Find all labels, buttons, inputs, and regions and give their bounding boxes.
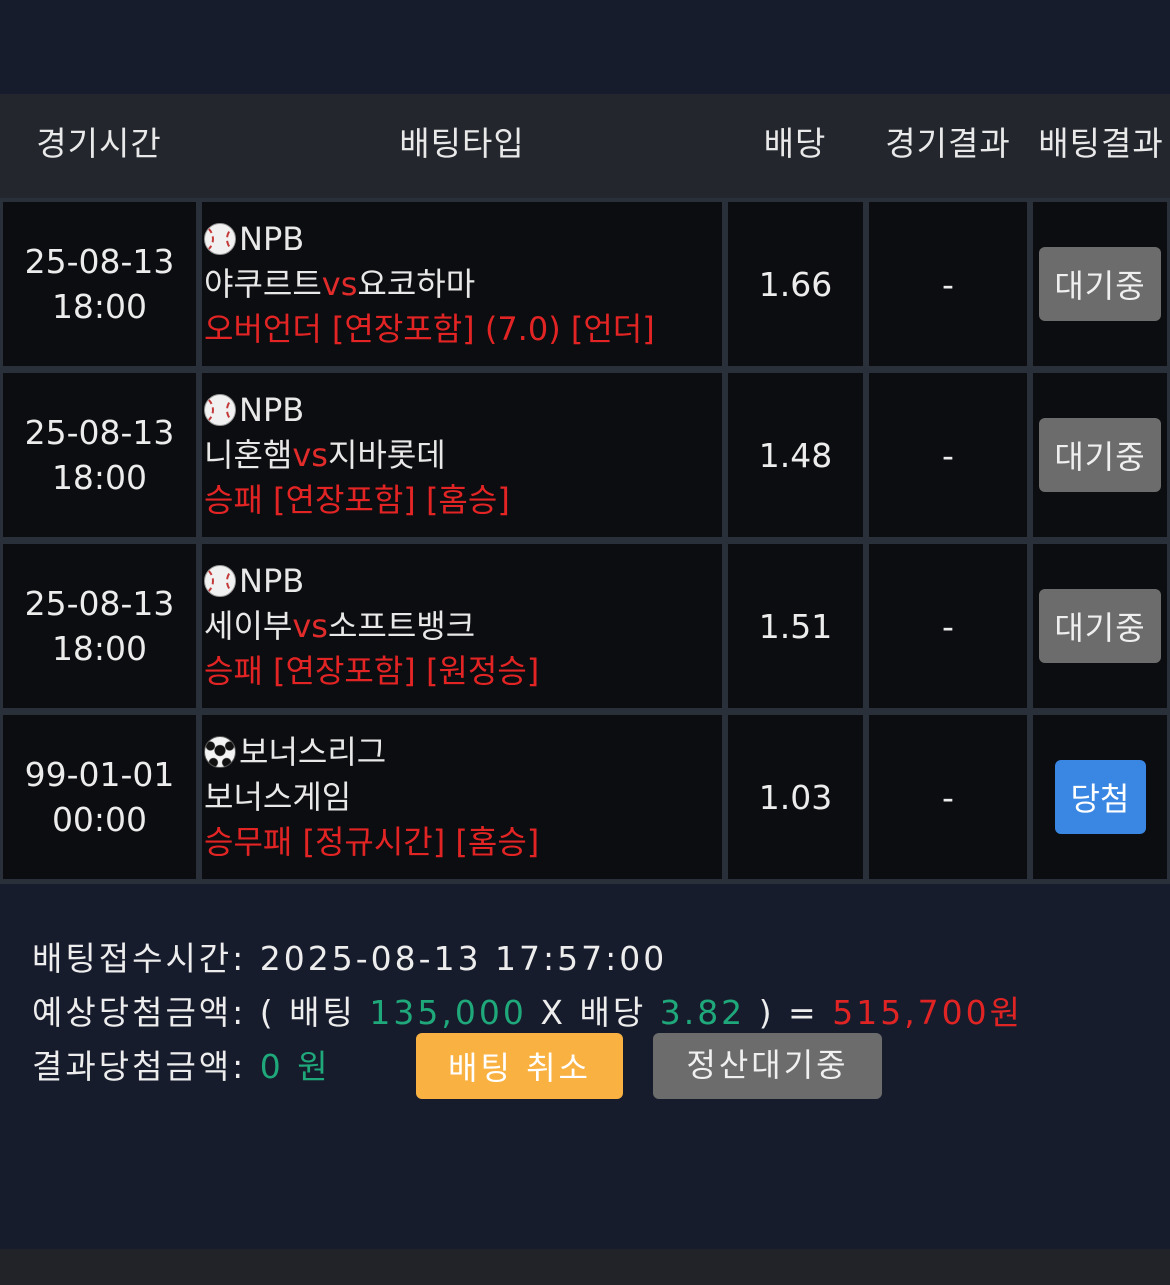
home-team: 니혼햄 <box>204 435 293 474</box>
baseball-icon <box>204 223 236 255</box>
total-odds: 3.82 <box>659 993 746 1032</box>
bet-amount: 135,000 <box>369 993 527 1032</box>
home-team: 세이부 <box>204 606 293 645</box>
away-team: 소프트뱅크 <box>327 606 476 645</box>
waiting-button[interactable]: 대기중 <box>1039 247 1161 321</box>
match-time: 18:00 <box>51 458 148 497</box>
bet-status-cell: 당첨 <box>1033 715 1167 879</box>
bet-pick: 오버언더 [연장포함] (7.0) [언더] <box>204 309 655 348</box>
result-amount: 0 원 <box>259 1047 331 1086</box>
header-bet-type: 배팅타입 <box>399 124 525 163</box>
result-amount-line: 결과당첨금액: 0 원 <box>32 1040 331 1088</box>
bet-pick: 승패 [연장포함] [홈승] <box>204 480 510 519</box>
away-team: 요코하마 <box>357 264 476 303</box>
table-row-bet: NPB 야쿠르트vs요코하마 오버언더 [연장포함] (7.0) [언더] <box>202 202 722 366</box>
match-date: 25-08-13 <box>24 242 175 281</box>
bet-pick: 승패 [연장포함] [원정승] <box>204 651 540 690</box>
table-row-bet: NPB 세이부vs소프트뱅크 승패 [연장포함] [원정승] <box>202 544 722 708</box>
match-result: - <box>869 544 1027 708</box>
header-bet-result: 배팅결과 <box>1038 124 1164 163</box>
table-row-time: 25-08-13 18:00 <box>3 373 196 537</box>
header-odds: 배당 <box>763 124 827 163</box>
match-time: 18:00 <box>51 287 148 326</box>
table-row-time: 25-08-13 18:00 <box>3 202 196 366</box>
match-result: - <box>869 373 1027 537</box>
odds-value: 1.48 <box>728 373 863 537</box>
header-match-result: 경기결과 <box>885 124 1011 163</box>
soccer-ball-icon <box>204 736 236 768</box>
odds-value: 1.03 <box>728 715 863 879</box>
bet-amount-label: 배팅 <box>289 993 356 1032</box>
league-name: NPB <box>239 390 305 429</box>
table-row-time: 99-01-01 00:00 <box>3 715 196 879</box>
close-paren-equals: ) = <box>758 993 819 1032</box>
bet-status-cell: 대기중 <box>1033 202 1167 366</box>
odds-value: 1.66 <box>728 202 863 366</box>
league-name: 보너스리그 <box>239 732 387 771</box>
away-team: 지바롯데 <box>327 435 446 474</box>
baseball-icon <box>204 394 236 426</box>
baseball-icon <box>204 565 236 597</box>
vs-label: vs <box>292 435 328 474</box>
total-odds-label: 배당 <box>579 993 647 1032</box>
odds-value: 1.51 <box>728 544 863 708</box>
received-time-value: 2025-08-13 17:57:00 <box>259 939 668 978</box>
bet-table: 25-08-13 18:00 NPB 야쿠르트vs요코하마 오버언더 [연장포함… <box>0 198 1170 884</box>
match-date: 99-01-01 <box>24 755 175 794</box>
league-name: NPB <box>239 219 305 258</box>
cancel-bet-button[interactable]: 배팅 취소 <box>416 1033 623 1099</box>
bet-pick: 승무패 [정규시간] [홈승] <box>204 822 540 861</box>
expected-amount-label: 예상당첨금액: <box>32 993 247 1032</box>
table-header: 경기시간 배팅타입 배당 경기결과 배팅결과 <box>0 94 1170 198</box>
match-result: - <box>869 202 1027 366</box>
expected-amount: 515,700원 <box>832 993 1024 1032</box>
received-time-label: 배팅접수시간: <box>32 939 247 978</box>
match-date: 25-08-13 <box>24 413 175 452</box>
table-row-time: 25-08-13 18:00 <box>3 544 196 708</box>
open-paren: ( <box>259 993 276 1032</box>
table-row-bet: 보너스리그 보너스게임 승무패 [정규시간] [홈승] <box>202 715 722 879</box>
settlement-pending-button[interactable]: 정산대기중 <box>653 1033 882 1099</box>
win-button[interactable]: 당첨 <box>1054 760 1146 834</box>
bet-status-cell: 대기중 <box>1033 544 1167 708</box>
times-sign: X <box>540 993 566 1032</box>
table-row-bet: NPB 니혼햄vs지바롯데 승패 [연장포함] [홈승] <box>202 373 722 537</box>
waiting-button[interactable]: 대기중 <box>1039 418 1161 492</box>
match-date: 25-08-13 <box>24 584 175 623</box>
vs-label: vs <box>321 264 358 303</box>
vs-label: vs <box>292 606 328 645</box>
result-amount-label: 결과당첨금액: <box>32 1047 247 1086</box>
league-name: NPB <box>239 561 305 600</box>
waiting-button[interactable]: 대기중 <box>1039 589 1161 663</box>
received-time-line: 배팅접수시간: 2025-08-13 17:57:00 <box>32 932 667 980</box>
header-match-time: 경기시간 <box>36 124 162 163</box>
match-result: - <box>869 715 1027 879</box>
expected-amount-line: 예상당첨금액: ( 배팅 135,000 X 배당 3.82 ) = 515,7… <box>32 986 1023 1034</box>
match-time: 00:00 <box>51 800 148 839</box>
home-team: 야쿠르트 <box>204 264 322 303</box>
match-name: 보너스게임 <box>204 777 352 816</box>
match-time: 18:00 <box>51 629 148 668</box>
bet-status-cell: 대기중 <box>1033 373 1167 537</box>
bottom-bar <box>0 1249 1170 1285</box>
